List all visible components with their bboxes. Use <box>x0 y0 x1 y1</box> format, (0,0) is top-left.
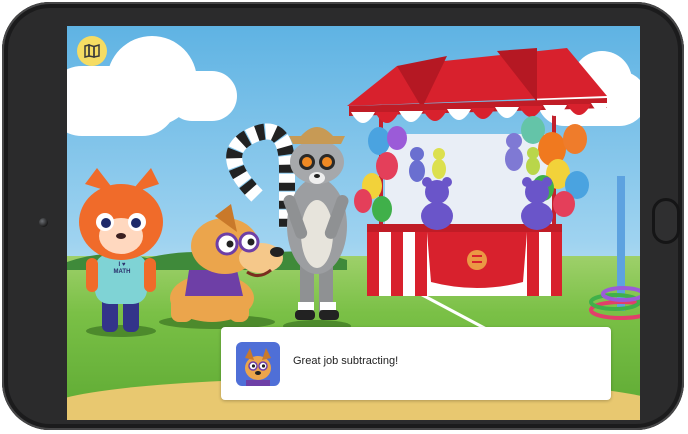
booth-counter <box>367 224 562 296</box>
booth-roof <box>347 48 607 106</box>
home-button[interactable] <box>652 198 680 244</box>
shirt-text-math: MATH <box>113 269 131 275</box>
dialog-box: Great job subtracting! <box>221 327 611 400</box>
tablet-frame: I ♥ MATH Great job subtracting! <box>2 2 684 430</box>
shirt-text-i: I <box>118 262 121 268</box>
game-screen[interactable]: I ♥ MATH Great job subtracting! <box>67 26 640 420</box>
fox-character <box>79 168 163 337</box>
camera-icon <box>39 218 48 227</box>
heart-icon: ♥ <box>121 262 126 268</box>
prize-booth <box>347 48 609 296</box>
fox-shirt-text: I ♥ MATH <box>100 262 144 276</box>
map-button[interactable] <box>77 36 107 66</box>
dialog-message: Great job subtracting! <box>293 355 399 367</box>
dog-avatar-icon <box>236 342 280 386</box>
ring-toss-game <box>589 176 640 320</box>
map-icon <box>84 44 100 58</box>
